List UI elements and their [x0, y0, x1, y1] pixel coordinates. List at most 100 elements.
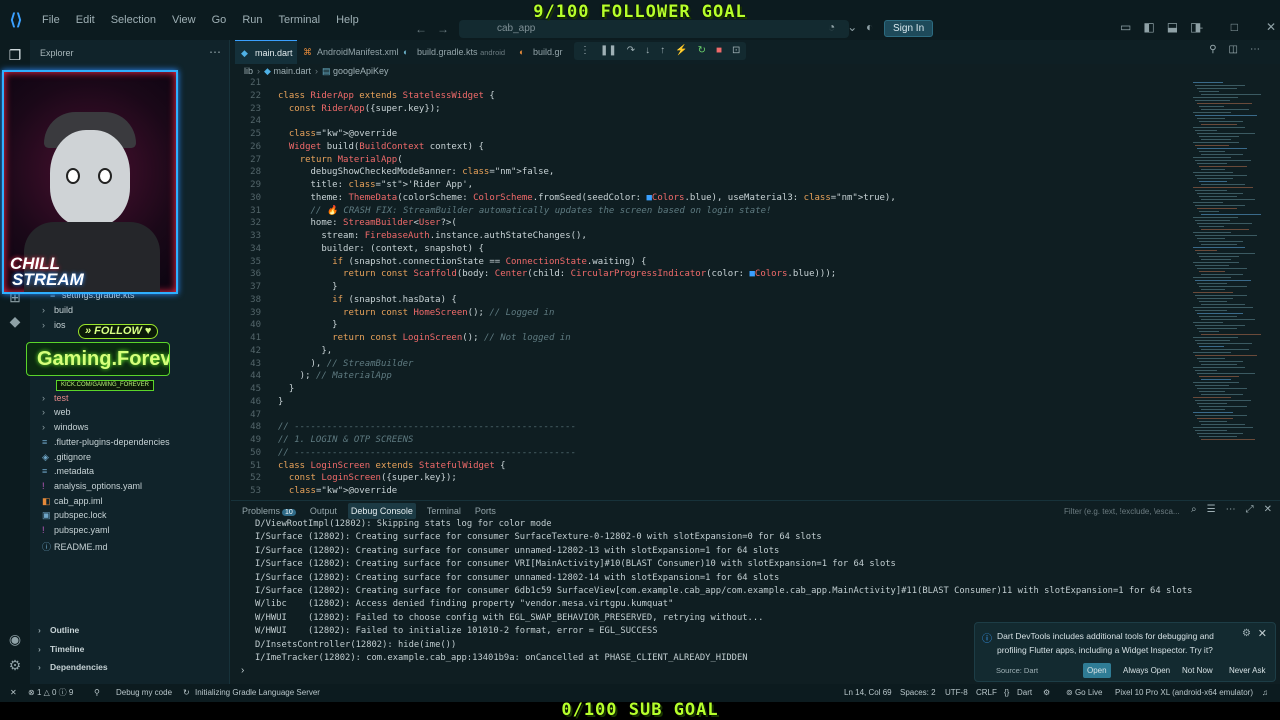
debug-icon[interactable]: ⚲: [94, 684, 100, 702]
dependencies-section[interactable]: › Dependencies: [38, 662, 108, 672]
chevron-down-icon[interactable]: ⌄: [847, 20, 857, 34]
tab-ports[interactable]: Ports: [472, 503, 499, 519]
step-out-icon[interactable]: ↑: [660, 42, 665, 60]
menu-file[interactable]: File: [34, 0, 68, 40]
remote-icon[interactable]: ✕: [10, 684, 17, 702]
minimap-line: [1201, 379, 1231, 380]
tree-file[interactable]: ≡ .metadata: [42, 466, 94, 476]
copilot-icon[interactable]: ◔: [828, 20, 835, 34]
braces-icon[interactable]: {}: [1004, 684, 1009, 702]
tree-file[interactable]: ≡ .flutter-plugins-dependencies: [42, 437, 170, 447]
manage-gear-icon[interactable]: ⚙: [6, 656, 24, 674]
maximize-panel-icon[interactable]: ⤢: [1246, 504, 1254, 515]
never-ask-button[interactable]: Never Ask: [1225, 663, 1269, 678]
explorer-icon[interactable]: ❐: [6, 46, 24, 64]
breadcrumb-item[interactable]: lib: [244, 66, 253, 76]
tree-file[interactable]: ◈ .gitignore: [42, 452, 91, 463]
minimap[interactable]: [1189, 76, 1267, 494]
always-open-button[interactable]: Always Open: [1119, 663, 1174, 678]
language-mode[interactable]: Dart: [1017, 684, 1032, 702]
tab-terminal[interactable]: Terminal: [424, 503, 464, 519]
tree-folder-web[interactable]: › web: [42, 407, 71, 417]
close-icon[interactable]: ✕: [1258, 627, 1267, 640]
line-number: 37: [250, 282, 261, 292]
split-editor-icon[interactable]: ◫: [1229, 44, 1238, 55]
not-now-button[interactable]: Not Now: [1178, 663, 1217, 678]
menu-edit[interactable]: Edit: [68, 0, 103, 40]
step-over-icon[interactable]: ↷: [627, 42, 635, 60]
encoding[interactable]: UTF-8: [945, 684, 968, 702]
outline-section[interactable]: › Outline: [38, 625, 79, 635]
tab-build-gradle[interactable]: ◐ build.gradle.kts android: [397, 40, 513, 64]
tree-file[interactable]: ▣ pubspec.lock: [42, 510, 107, 521]
more-actions-icon[interactable]: ⋯: [1226, 504, 1236, 515]
open-button[interactable]: Open: [1083, 663, 1111, 678]
minimize-icon[interactable]: –: [1196, 20, 1203, 34]
tab-debug-console[interactable]: Debug Console: [347, 503, 416, 519]
tab-problems[interactable]: Problems 10: [239, 503, 299, 519]
menu-go[interactable]: Go: [204, 0, 235, 40]
close-panel-icon[interactable]: ✕: [1264, 504, 1272, 515]
menu-view[interactable]: View: [164, 0, 204, 40]
line-number: 42: [250, 345, 261, 356]
inspect-icon[interactable]: ⊡: [732, 42, 740, 60]
cursor-position[interactable]: Ln 14, Col 69: [844, 684, 892, 702]
breadcrumb-item[interactable]: googleApiKey: [333, 66, 389, 76]
end-of-line[interactable]: CRLF: [976, 684, 997, 702]
back-arrow-icon[interactable]: ←: [415, 22, 427, 36]
restart-icon[interactable]: ↻: [698, 42, 706, 60]
gear-icon[interactable]: ⚙: [1242, 628, 1251, 639]
maximize-icon[interactable]: □: [1231, 20, 1238, 34]
tab-android-manifest[interactable]: ⌘ AndroidManifest.xml: [297, 40, 399, 64]
accounts-icon[interactable]: ◉: [6, 630, 24, 648]
command-center-input[interactable]: cab_app: [459, 20, 849, 38]
run-icon[interactable]: ⚲: [1209, 44, 1216, 55]
tree-file[interactable]: ! analysis_options.yaml: [42, 481, 142, 491]
problems-status[interactable]: ⊗ 1 △ 0 ⓘ 9: [28, 684, 73, 702]
sign-in-button[interactable]: Sign In: [884, 20, 934, 37]
search-icon[interactable]: ⌕: [1191, 504, 1197, 515]
go-live[interactable]: ⊚ Go Live: [1066, 684, 1103, 702]
hot-reload-icon[interactable]: ⚡: [675, 42, 687, 60]
notifications-bell-icon[interactable]: ♫: [1262, 684, 1268, 702]
layout-icon[interactable]: ▭: [1120, 20, 1131, 34]
account-icon[interactable]: ◐: [866, 20, 873, 34]
tree-folder-windows[interactable]: › windows: [42, 422, 89, 432]
breadcrumb-item[interactable]: main.dart: [273, 66, 311, 76]
menu-run[interactable]: Run: [234, 0, 270, 40]
minimap-line: [1201, 424, 1245, 425]
drag-handle-icon[interactable]: ⋮: [580, 42, 590, 60]
debug-console-filter-input[interactable]: Filter (e.g. text, !exclude, \esca...: [1060, 505, 1198, 519]
background-task[interactable]: Initializing Gradle Language Server: [195, 684, 320, 702]
tree-file[interactable]: ◧ cab_app.iml: [42, 496, 103, 507]
toggle-panel-icon[interactable]: ⬓: [1167, 20, 1178, 34]
tab-main-dart[interactable]: ◆ main.dart: [235, 40, 297, 64]
tab-output[interactable]: Output: [307, 503, 340, 519]
flutter-icon[interactable]: ⚙: [1043, 684, 1050, 702]
chevron-right-icon: ›: [42, 305, 45, 315]
more-actions-icon[interactable]: ⋯: [209, 45, 221, 59]
menu-terminal[interactable]: Terminal: [271, 0, 329, 40]
forward-arrow-icon[interactable]: →: [437, 22, 449, 36]
debug-config[interactable]: Debug my code: [116, 684, 172, 702]
clear-console-icon[interactable]: ☰: [1207, 504, 1216, 515]
toggle-sidebar-icon[interactable]: ◧: [1143, 20, 1154, 34]
console-input-prompt[interactable]: ›: [241, 665, 244, 676]
close-window-icon[interactable]: ✕: [1266, 20, 1276, 34]
more-actions-icon[interactable]: ⋯: [1250, 44, 1260, 55]
menu-selection[interactable]: Selection: [103, 0, 164, 40]
tree-folder-build[interactable]: › build: [42, 305, 73, 315]
step-into-icon[interactable]: ↓: [645, 42, 650, 60]
code-editor[interactable]: 21 22 class RiderApp extends StatelessWidg…: [231, 76, 1189, 494]
indentation[interactable]: Spaces: 2: [900, 684, 936, 702]
tab-build-gradle-2[interactable]: ◐ build.gr: [513, 40, 573, 64]
channel-name: Gaming.Forev: [26, 342, 170, 376]
pause-icon[interactable]: ❚❚: [600, 42, 617, 60]
stop-icon[interactable]: ■: [716, 42, 722, 60]
menu-help[interactable]: Help: [328, 0, 367, 40]
device-selector[interactable]: Pixel 10 Pro XL (android-x64 emulator): [1115, 684, 1253, 702]
timeline-section[interactable]: › Timeline: [38, 644, 84, 654]
tree-file[interactable]: ! pubspec.yaml: [42, 525, 110, 535]
flutter-icon[interactable]: ◆: [6, 312, 24, 330]
tree-file[interactable]: ⓘ README.md: [42, 540, 108, 553]
